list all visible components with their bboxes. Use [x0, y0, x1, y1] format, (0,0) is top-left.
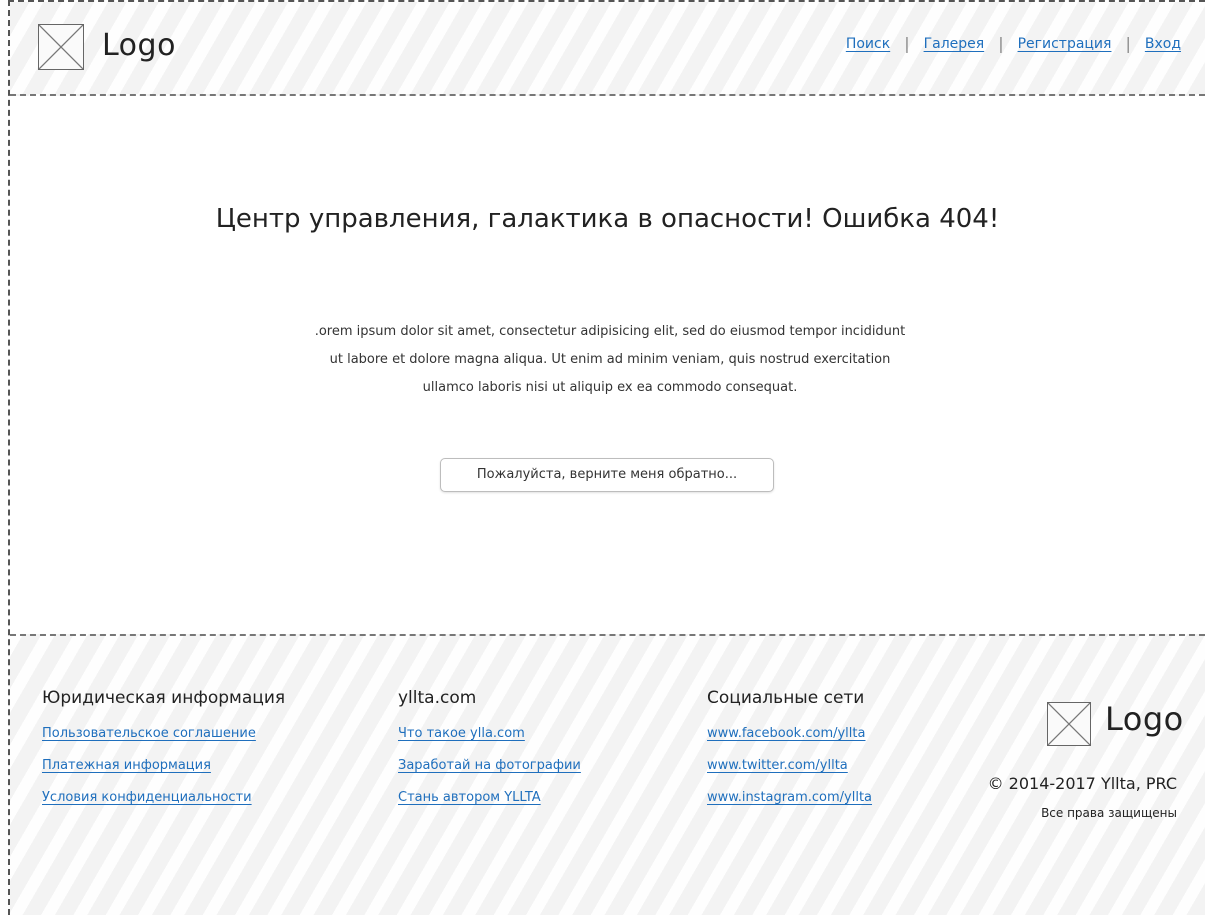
- footer-column-title: yllta.com: [398, 688, 477, 708]
- footer-link-about[interactable]: Что такое ylla.com: [398, 726, 581, 741]
- nav-separator: |: [1125, 34, 1131, 53]
- nav-separator: |: [904, 34, 910, 53]
- footer-link-twitter[interactable]: www.twitter.com/yllta: [707, 758, 872, 773]
- main-content: Центр управления, галактика в опасности!…: [10, 96, 1205, 634]
- nav-gallery-link[interactable]: Галерея: [924, 36, 985, 52]
- footer-logo-text: Logo: [1105, 700, 1184, 738]
- footer-site-column: yllta.com Что такое ylla.com Заработай н…: [398, 688, 581, 822]
- logo-placeholder-icon[interactable]: [38, 24, 84, 70]
- footer-legal-column: Юридическая информация Пользовательское …: [42, 688, 285, 822]
- footer-social-column: Социальные сети www.facebook.com/yllta w…: [707, 688, 872, 822]
- error-title: Центр управления, галактика в опасности!…: [215, 204, 1000, 234]
- header: Logo Поиск | Галерея | Регистрация | Вхо…: [10, 2, 1205, 96]
- footer-rights: Все права защищены: [1041, 806, 1177, 820]
- nav-login-link[interactable]: Вход: [1145, 36, 1181, 52]
- footer-link-payment-info[interactable]: Платежная информация: [42, 758, 285, 773]
- nav-register-link[interactable]: Регистрация: [1018, 36, 1112, 52]
- footer-brand: Logo © 2014-2017 Yllta, PRC Все права за…: [947, 698, 1184, 828]
- footer-column-title: Юридическая информация: [42, 688, 286, 708]
- footer-link-user-agreement[interactable]: Пользовательское соглашение: [42, 726, 285, 741]
- footer-link-privacy[interactable]: Условия конфиденциальности: [42, 790, 285, 805]
- error-description: .orem ipsum dolor sit amet, consectetur …: [314, 324, 906, 395]
- footer-copyright: © 2014-2017 Yllta, PRC: [987, 774, 1177, 793]
- nav-separator: |: [998, 34, 1004, 53]
- footer: Юридическая информация Пользовательское …: [10, 634, 1205, 915]
- top-nav: Поиск | Галерея | Регистрация | Вход: [846, 34, 1181, 53]
- footer-link-become-author[interactable]: Стань автором YLLTA: [398, 790, 581, 805]
- footer-logo-placeholder-icon: [1047, 702, 1091, 746]
- logo-text[interactable]: Logo: [102, 28, 176, 63]
- footer-link-instagram[interactable]: www.instagram.com/yllta: [707, 790, 872, 805]
- footer-link-facebook[interactable]: www.facebook.com/yllta: [707, 726, 872, 741]
- nav-search-link[interactable]: Поиск: [846, 36, 890, 52]
- footer-column-title: Социальные сети: [707, 688, 865, 708]
- go-back-button[interactable]: Пожалуйста, верните меня обратно...: [440, 458, 774, 492]
- footer-link-earn[interactable]: Заработай на фотографии: [398, 758, 581, 773]
